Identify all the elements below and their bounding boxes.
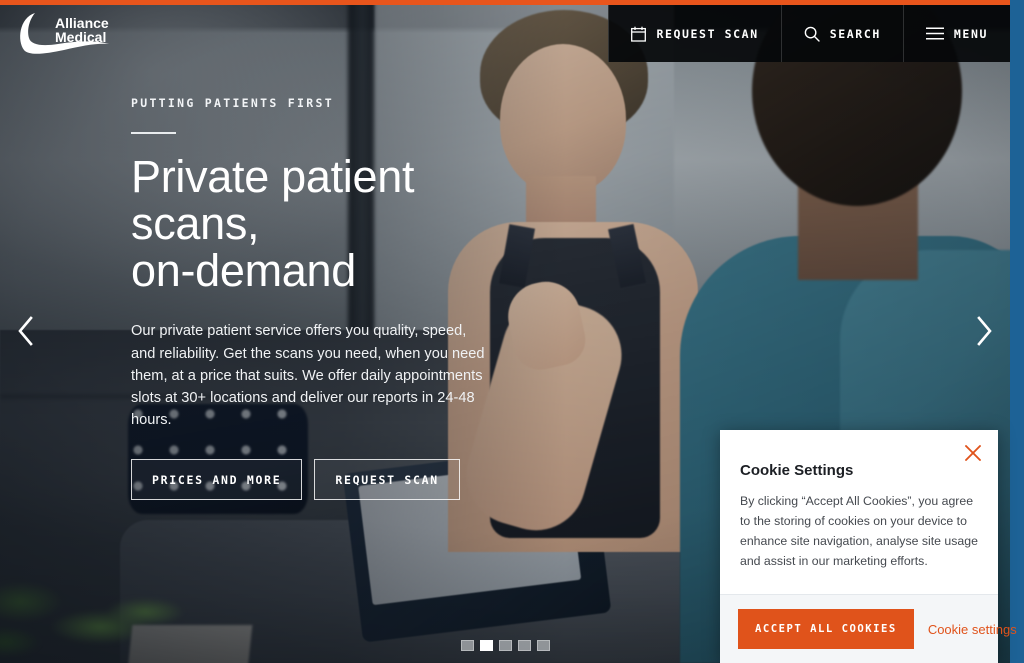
carousel-dot-4[interactable] [517,640,531,651]
search-icon [804,26,820,42]
nav-label-request-scan: REQUEST SCAN [656,26,759,41]
cookie-dialog-title: Cookie Settings [740,462,854,479]
carousel-dot-2[interactable] [479,640,493,651]
hero-body-text: Our private patient service offers you q… [131,323,485,429]
carousel-dot-1[interactable] [460,640,474,651]
hamburger-icon [925,27,944,40]
nav-label-search: SEARCH [829,26,881,41]
prices-and-more-button[interactable]: PRICES AND MORE [131,459,303,501]
alliance-medical-logo[interactable]: Alliance Medical [16,10,116,56]
carousel-dot-3[interactable] [498,640,512,651]
hero-divider-rule [131,132,176,134]
nav-item-search[interactable]: SEARCH [780,5,903,62]
hero-cta-row: PRICES AND MORE REQUEST SCAN [131,459,551,501]
nav-item-menu[interactable]: MENU [902,5,1010,62]
site-header: Alliance Medical REQUEST SCAN SEARCH MEN… [0,5,1010,62]
hero-content: PUTTING PATIENTS FIRST Private patient s… [131,96,551,501]
cookie-settings-link[interactable]: Cookie settings [928,622,1017,637]
chevron-right-icon [974,315,994,352]
hero-eyebrow: PUTTING PATIENTS FIRST [131,96,334,110]
page-root: Alliance Medical REQUEST SCAN SEARCH MEN… [0,0,1024,663]
close-icon[interactable] [962,442,984,464]
request-scan-button[interactable]: REQUEST SCAN [314,459,460,501]
carousel-dot-5[interactable] [536,640,550,651]
page-edge-right [1010,0,1024,663]
nav-item-request-scan[interactable]: REQUEST SCAN [608,5,780,62]
nav-label-menu: MENU [953,26,988,41]
cookie-dialog-body: Cookie Settings By clicking “Accept All … [720,430,998,594]
chevron-left-icon [16,315,36,352]
accept-all-cookies-button[interactable]: ACCEPT ALL COOKIES [738,609,914,649]
cookie-dialog-footer: ACCEPT ALL COOKIES Cookie settings [720,594,1017,663]
calendar-icon [631,26,647,42]
hero-headline-line1: Private patient scans, [131,151,415,249]
cookie-dialog-text: By clicking “Accept All Cookies”, you ag… [740,494,978,568]
primary-navigation: REQUEST SCAN SEARCH MENU [608,5,1010,62]
hero-headline-line2: on-demand [131,244,356,296]
carousel-next-button[interactable] [962,311,1006,355]
logo-text-line2: Medical [55,29,106,45]
top-accent-bar [0,0,1010,5]
cookie-settings-dialog: Cookie Settings By clicking “Accept All … [720,430,1017,663]
carousel-prev-button[interactable] [4,311,48,355]
hero-headline: Private patient scans, on-demand [131,151,551,296]
